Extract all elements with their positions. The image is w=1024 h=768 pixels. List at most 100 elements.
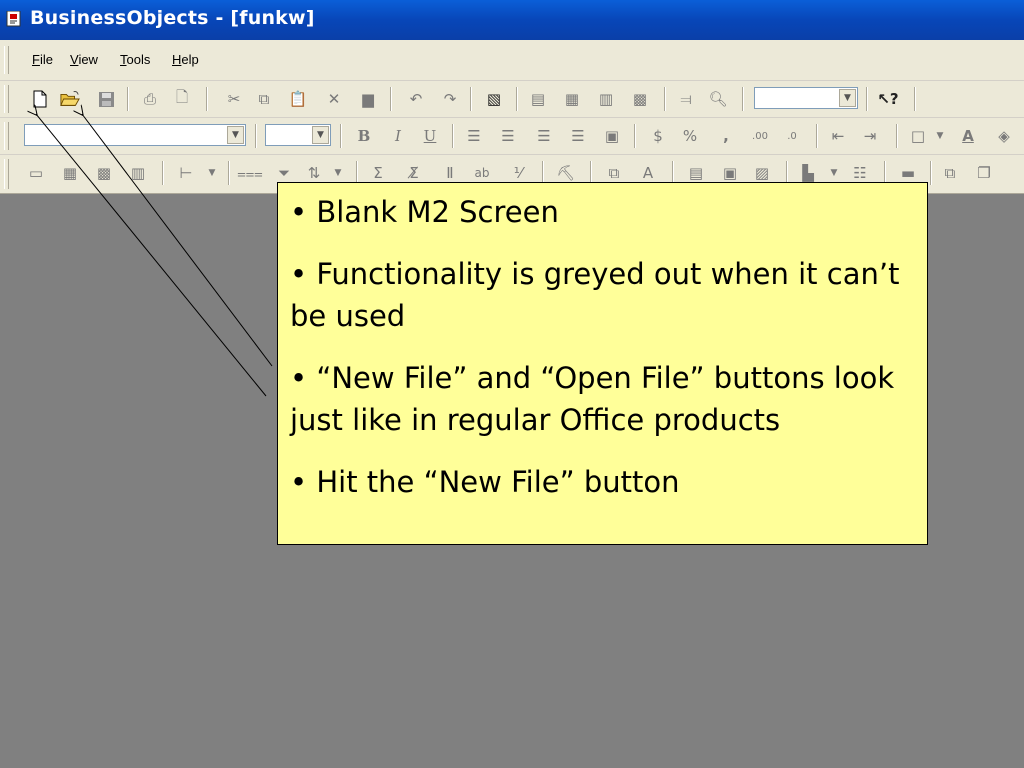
align-left-icon[interactable]: ☰	[464, 126, 484, 146]
percent-icon[interactable]: %	[680, 126, 700, 146]
chevron-down-icon[interactable]: ▼	[227, 126, 244, 144]
open-file-icon[interactable]	[60, 89, 80, 109]
delete-icon[interactable]: ✕	[324, 89, 344, 109]
format-icon[interactable]: A	[638, 163, 658, 183]
align-center-icon[interactable]: ☰	[498, 126, 518, 146]
bold-icon[interactable]: B	[354, 126, 374, 146]
zoom-icon[interactable]: 🔍︎	[708, 89, 728, 109]
paste-icon[interactable]: 📋	[288, 89, 308, 109]
clipboard-icon[interactable]: ▆	[358, 89, 378, 109]
align-right-icon[interactable]: ☰	[534, 126, 554, 146]
report-icon[interactable]: ▭	[26, 163, 46, 183]
font-size-combo[interactable]: ▼	[265, 124, 331, 146]
sort-icon[interactable]: ⊢	[176, 163, 196, 183]
chevron-down-icon[interactable]: ▼	[839, 89, 856, 107]
copy-report-icon[interactable]: ⧉	[940, 163, 960, 183]
toolbar-separator	[664, 87, 666, 111]
undo-icon[interactable]: ↶	[406, 89, 426, 109]
chevron-down-icon[interactable]: ▼	[312, 126, 329, 144]
toolbar-grip[interactable]	[4, 159, 9, 189]
new-file-icon[interactable]	[30, 89, 50, 109]
drill-icon[interactable]: ⛏	[556, 163, 576, 183]
text-icon[interactable]: ab	[472, 163, 492, 183]
filter-icon[interactable]: ⩶	[237, 163, 263, 183]
callout-bullet: • Blank M2 Screen	[290, 195, 559, 229]
help-pointer-icon[interactable]: ↖?	[877, 89, 898, 109]
callout-bullet: • Hit the “New File” button	[290, 465, 680, 499]
toolbar-separator	[340, 124, 342, 148]
title-bar: BusinessObjects - [funkw]	[0, 0, 1024, 40]
variable-icon[interactable]: Ⅱ	[440, 163, 460, 183]
outdent-icon[interactable]: ⇤	[828, 126, 848, 146]
chevron-down-icon[interactable]: ▼	[824, 163, 844, 183]
italic-icon[interactable]: I	[388, 126, 408, 146]
edit-report-icon[interactable]: ▧	[484, 89, 504, 109]
toolbar-grip[interactable]	[4, 85, 9, 113]
justify-icon[interactable]: ☰	[568, 126, 588, 146]
chevron-down-icon[interactable]: ▼	[930, 126, 950, 146]
menu-view[interactable]: View	[70, 52, 98, 67]
menu-bar: File View Tools Help	[0, 40, 1024, 81]
copy-icon[interactable]: ⧉	[254, 89, 274, 109]
window-title: BusinessObjects - [funkw]	[30, 7, 315, 29]
formatting-toolbar: ▼ ▼ B I U ☰ ☰ ☰ ☰ ▣ $ % , .00 .0 ⇤ ⇥ □ ▼…	[0, 118, 1024, 155]
menu-grip[interactable]	[4, 46, 9, 74]
toolbar-separator	[452, 124, 454, 148]
ranking-icon[interactable]: ▥	[128, 163, 148, 183]
calc-icon[interactable]: Σ̸	[404, 163, 424, 183]
callout-box: • Blank M2 Screen • Functionality is gre…	[277, 182, 928, 545]
decrease-decimal-icon[interactable]: .0	[782, 126, 802, 146]
menu-help[interactable]: Help	[172, 52, 199, 67]
font-color-icon[interactable]: A	[958, 126, 978, 146]
indent-icon[interactable]: ⇥	[860, 126, 880, 146]
duplicate-icon[interactable]: ❐	[974, 163, 994, 183]
save-icon[interactable]	[96, 89, 116, 109]
data-icon[interactable]: ▤	[686, 163, 706, 183]
toolbar-separator	[228, 161, 230, 185]
alerter-icon[interactable]: ⧉	[604, 163, 624, 183]
insert-icon[interactable]: ⫤	[676, 89, 696, 109]
bar-chart-icon[interactable]: ▙	[798, 163, 818, 183]
toolbar-grip[interactable]	[4, 122, 9, 150]
section-icon[interactable]: ▦	[60, 163, 80, 183]
chart-type-icon[interactable]: ▣	[720, 163, 740, 183]
toolbar-separator	[742, 87, 744, 111]
break-icon[interactable]: ▩	[94, 163, 114, 183]
filter-funnel-icon[interactable]: ⏷	[274, 163, 294, 183]
toolbar-separator	[896, 124, 898, 148]
toolbar-separator	[914, 87, 916, 111]
list-view-icon[interactable]: ☷	[850, 163, 870, 183]
list-icon[interactable]: ▨	[752, 163, 772, 183]
toolbar-separator	[390, 87, 392, 111]
toolbar-separator	[470, 87, 472, 111]
chevron-down-icon[interactable]: ▼	[328, 163, 348, 183]
grid-icon[interactable]: ▩	[630, 89, 650, 109]
increase-decimal-icon[interactable]: .00	[750, 126, 770, 146]
print-preview-icon[interactable]: 🗋	[172, 88, 192, 109]
sum-icon[interactable]: Σ	[368, 163, 388, 183]
table-icon[interactable]: ▤	[528, 89, 548, 109]
redo-icon[interactable]: ↷	[440, 89, 460, 109]
sort-asc-icon[interactable]: ⇅	[304, 163, 324, 183]
callout-bullet: • “New File” and “Open File” buttons loo…	[290, 361, 895, 437]
fill-color-icon[interactable]: ◈	[994, 126, 1014, 146]
standard-toolbar: ⎙ 🗋 ✂ ⧉ 📋 ✕ ▆ ↶ ↷ ▧ ▤ ▦ ▥ ▩ ⫤ 🔍︎ ▼ ↖?	[0, 81, 1024, 118]
currency-icon[interactable]: $	[648, 126, 668, 146]
cut-icon[interactable]: ✂	[224, 89, 244, 109]
zoom-combo[interactable]: ▼	[754, 87, 858, 109]
toolbar-separator	[162, 161, 164, 185]
menu-tools[interactable]: Tools	[120, 52, 150, 67]
slice-icon[interactable]: ⅟	[508, 163, 528, 183]
crosstab-icon[interactable]: ▦	[562, 89, 582, 109]
font-name-combo[interactable]: ▼	[24, 124, 246, 146]
comma-icon[interactable]: ,	[716, 126, 736, 146]
chevron-down-icon[interactable]: ▼	[202, 163, 222, 183]
toolbar-separator	[206, 87, 208, 111]
chart-icon[interactable]: ▥	[596, 89, 616, 109]
merge-icon[interactable]: ▣	[602, 126, 622, 146]
border-icon[interactable]: □	[908, 126, 928, 146]
briefcase-icon[interactable]: ▬	[898, 163, 918, 183]
underline-icon[interactable]: U	[420, 126, 440, 146]
print-icon[interactable]: ⎙	[140, 89, 160, 109]
menu-file[interactable]: File	[32, 52, 53, 67]
